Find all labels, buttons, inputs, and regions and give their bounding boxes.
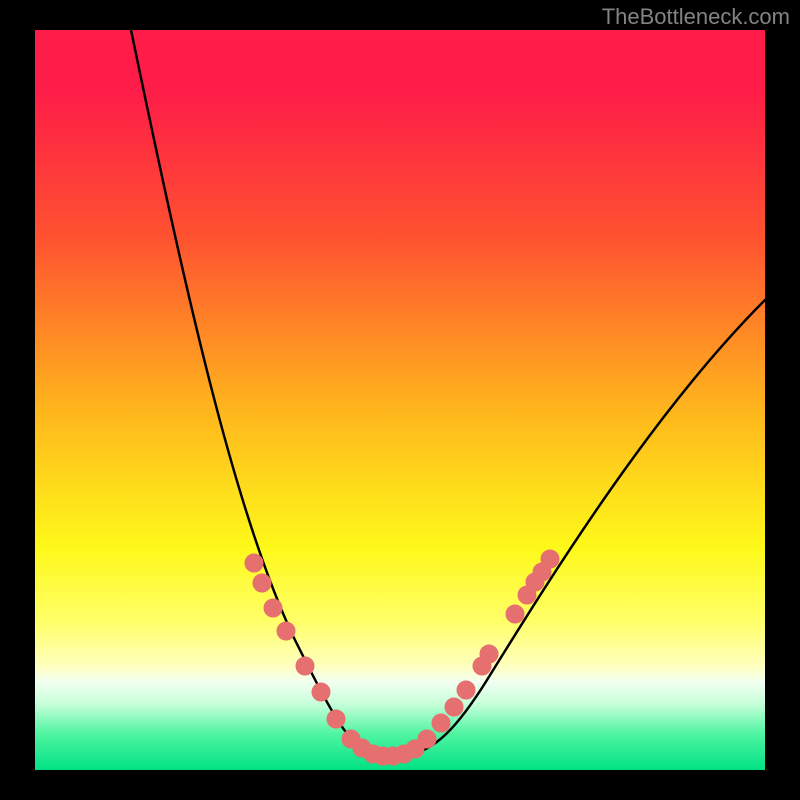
data-dot — [418, 730, 436, 748]
data-dot — [506, 605, 524, 623]
data-dot — [253, 574, 271, 592]
data-dot — [277, 622, 295, 640]
data-dot — [445, 698, 463, 716]
data-dot — [457, 681, 475, 699]
data-dot — [327, 710, 345, 728]
chart-stage: TheBottleneck.com — [0, 0, 800, 800]
data-dot — [312, 683, 330, 701]
data-dot — [432, 714, 450, 732]
data-dot — [264, 599, 282, 617]
data-dot — [541, 550, 559, 568]
attribution-text: TheBottleneck.com — [602, 4, 790, 30]
data-dot — [245, 554, 263, 572]
data-dot — [296, 657, 314, 675]
plot-area — [35, 30, 765, 770]
data-dot — [480, 645, 498, 663]
data-dots — [35, 30, 765, 770]
